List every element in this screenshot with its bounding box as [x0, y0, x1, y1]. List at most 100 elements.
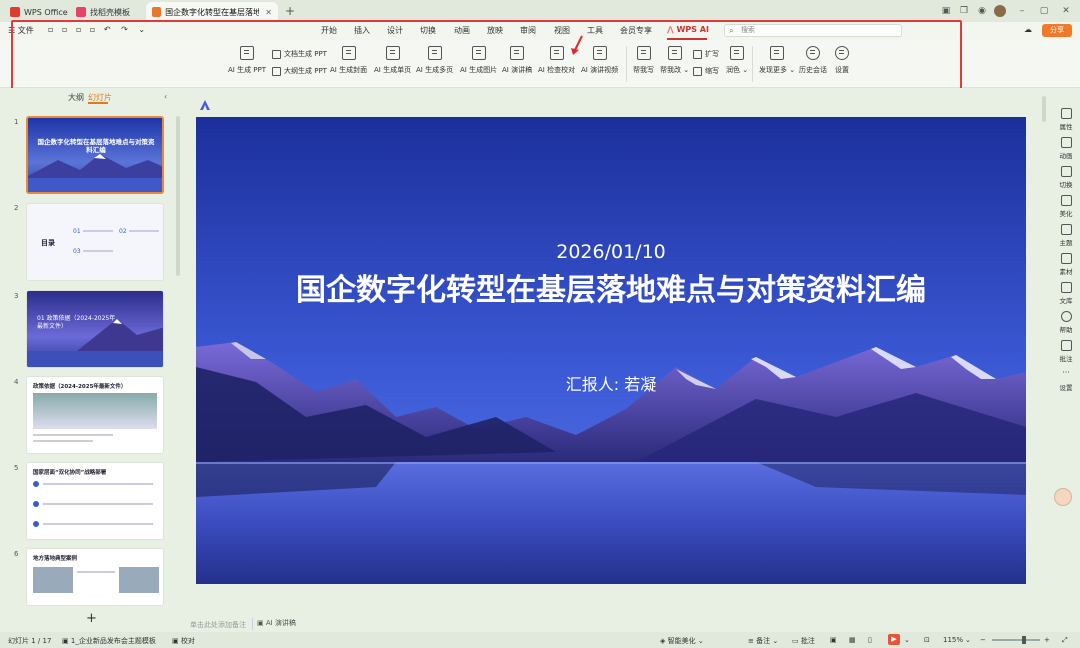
zoom-in-icon[interactable]: + — [1044, 636, 1050, 644]
sidebar-materials[interactable]: 素材 — [1052, 253, 1080, 276]
zoom-dropdown-icon[interactable]: ⌄ — [965, 636, 971, 644]
file-menu[interactable]: ☰ 文件 — [8, 25, 34, 36]
comment-icon: ▭ — [792, 637, 799, 645]
assistant-avatar-icon[interactable] — [1054, 488, 1072, 506]
fit-window-icon[interactable]: ⊡ — [924, 636, 930, 644]
redo-icon[interactable]: ↷ — [121, 25, 128, 34]
skin-icon[interactable]: ◉ — [976, 5, 988, 17]
chevron-down-icon[interactable]: ⌄ — [138, 25, 145, 34]
slide-sorter-icon[interactable]: ▦ — [849, 636, 856, 644]
zoom-slider[interactable] — [992, 639, 1040, 641]
slide-thumbnail-2[interactable]: 目录 01 02 03 — [26, 203, 164, 281]
expand-button[interactable]: 扩写 — [693, 49, 719, 59]
ai-single-page-button[interactable]: AI 生成单页 — [374, 46, 411, 75]
tab-wps-office[interactable]: WPS Office — [4, 2, 74, 22]
menu-transition[interactable]: 切换 — [420, 25, 436, 36]
tab-docer-templates[interactable]: 找稻壳模板 — [70, 2, 136, 22]
sidebar-settings[interactable]: ··· 设置 — [1052, 368, 1080, 393]
ai-image-button[interactable]: AI 生成图片 — [460, 46, 497, 75]
normal-view-icon[interactable]: ▣ — [830, 636, 837, 644]
sidebar-properties[interactable]: 属性 — [1052, 108, 1080, 131]
print-preview-icon[interactable]: ▫ — [90, 25, 95, 34]
menu-wps-ai[interactable]: ⋀ WPS AI — [667, 25, 709, 34]
menu-tools[interactable]: 工具 — [587, 25, 603, 36]
ai-multi-page-button[interactable]: AI 生成多页 — [416, 46, 453, 75]
notes-toggle[interactable]: ≡ 备注 ⌄ — [748, 636, 778, 646]
menu-insert[interactable]: 插入 — [354, 25, 370, 36]
undo-icon[interactable]: ↶ — [104, 25, 111, 34]
menu-review[interactable]: 审阅 — [520, 25, 536, 36]
close-tab-icon[interactable]: ✕ — [265, 8, 272, 17]
cloud-sync-icon[interactable]: ☁ — [1024, 25, 1032, 34]
slide-canvas[interactable]: 2026/01/10 国企数字化转型在基层落地难点与对策资料汇编 汇报人: 若凝 — [196, 117, 1026, 584]
menu-animation[interactable]: 动画 — [454, 25, 470, 36]
maximize-icon[interactable]: ▢ — [1038, 5, 1050, 17]
slide-title[interactable]: 国企数字化转型在基层落地难点与对策资料汇编 — [196, 271, 1026, 311]
shrink-button[interactable]: 缩写 — [693, 66, 719, 76]
slide-thumbnail-6[interactable]: 地方落地典型案例 — [26, 548, 164, 606]
share-button[interactable]: 分享 — [1042, 24, 1072, 37]
menu-design[interactable]: 设计 — [387, 25, 403, 36]
zoom-out-icon[interactable]: − — [980, 636, 986, 644]
ai-speech-video-button[interactable]: AI 演讲视频 — [581, 46, 618, 75]
ai-generate-ppt-button[interactable]: AI 生成 PPT — [228, 46, 266, 75]
sidebar-transition[interactable]: 切换 — [1052, 166, 1080, 189]
add-slide-button[interactable]: + — [86, 611, 97, 626]
zoom-slider-thumb[interactable] — [1022, 636, 1026, 644]
help-write-button[interactable]: 帮我写 — [633, 46, 654, 75]
print-icon[interactable]: ▫ — [76, 25, 81, 34]
ai-cover-button[interactable]: AI 生成封面 — [330, 46, 367, 75]
sidebar-animation[interactable]: 动画 — [1052, 137, 1080, 160]
window-icon[interactable]: ▣ — [940, 5, 952, 17]
menu-home[interactable]: 开始 — [321, 25, 337, 36]
polish-button[interactable]: 润色 ⌄ — [726, 46, 748, 75]
minimize-icon[interactable]: – — [1016, 5, 1028, 17]
discover-more-button[interactable]: 发现更多 ⌄ — [759, 46, 795, 75]
theme-name[interactable]: ▣ 1_企业新品发布会主题模板 — [62, 636, 156, 646]
slide-date[interactable]: 2026/01/10 — [196, 241, 1026, 263]
wps-ai-badge-icon[interactable] — [199, 99, 211, 111]
tab-outline[interactable]: 大纲 — [68, 92, 84, 103]
history-button[interactable]: 历史会话 — [799, 46, 827, 75]
avatar[interactable] — [994, 5, 1006, 17]
collapse-panel-icon[interactable]: ‹ — [164, 92, 167, 101]
proofread-status[interactable]: ▣ 校对 — [172, 636, 195, 646]
sidebar-beautify[interactable]: 美化 — [1052, 195, 1080, 218]
sidebar-library[interactable]: 文库 — [1052, 282, 1080, 305]
menu-view[interactable]: 视图 — [554, 25, 570, 36]
sidebar-help[interactable]: 帮助 — [1052, 311, 1080, 334]
search-input[interactable]: ⌕ 搜索 — [724, 24, 902, 37]
menu-slideshow[interactable]: 放映 — [487, 25, 503, 36]
panel-scrollbar[interactable] — [176, 116, 180, 276]
fullscreen-icon[interactable]: ⤢ — [1062, 636, 1068, 645]
slide-thumbnail-5[interactable]: 国家层面“双化协同”战略部署 — [26, 462, 164, 540]
doc-generate-ppt-button[interactable]: 文档生成 PPT — [272, 49, 327, 59]
save-icon[interactable]: ▫ — [48, 25, 53, 34]
tab-current-document[interactable]: 国企数字化转型在基层落地难点与 ✕ — [146, 2, 278, 22]
new-tab-button[interactable]: + — [284, 5, 296, 17]
menu-member[interactable]: 会员专享 — [620, 25, 652, 36]
reading-view-icon[interactable]: ▯ — [868, 636, 872, 644]
slide-thumbnail-3[interactable]: 01 政策依据（2024-2025年最新文件） — [26, 290, 164, 368]
canvas-scrollbar[interactable] — [1042, 96, 1046, 122]
more-dots-icon: ··· — [1062, 368, 1070, 377]
sidebar-theme[interactable]: 主题 — [1052, 224, 1080, 247]
ai-script-button[interactable]: ▣ AI 演讲稿 — [252, 618, 296, 630]
smart-beautify-button[interactable]: ◈ 智能美化 ⌄ — [660, 636, 704, 646]
outline-generate-ppt-button[interactable]: 大纲生成 PPT — [272, 66, 327, 76]
notes-placeholder[interactable]: 单击此处添加备注 — [190, 620, 246, 630]
sidebar-comments[interactable]: 批注 — [1052, 340, 1080, 363]
close-window-icon[interactable]: ✕ — [1060, 5, 1072, 17]
slide-thumbnail-1[interactable]: 国企数字化转型在基层落地难点与对策资料汇编 — [26, 116, 164, 194]
chevron-down-icon[interactable]: ⌄ — [904, 636, 910, 644]
export-icon[interactable]: ▫ — [62, 25, 67, 34]
restore-icon[interactable]: ❐ — [958, 5, 970, 17]
play-slideshow-icon[interactable]: ▶ — [888, 634, 900, 645]
zoom-level[interactable]: 115% — [943, 636, 963, 644]
slide-reporter[interactable]: 汇报人: 若凝 — [196, 371, 1026, 395]
help-rewrite-button[interactable]: 帮我改 ⌄ — [660, 46, 689, 75]
settings-button[interactable]: 设置 — [835, 46, 849, 75]
comments-toggle[interactable]: ▭ 批注 — [792, 636, 815, 646]
slide-thumbnail-4[interactable]: 政策依据（2024-2025年最新文件） — [26, 376, 164, 454]
ai-speech-script-button[interactable]: AI 演讲稿 — [502, 46, 532, 75]
